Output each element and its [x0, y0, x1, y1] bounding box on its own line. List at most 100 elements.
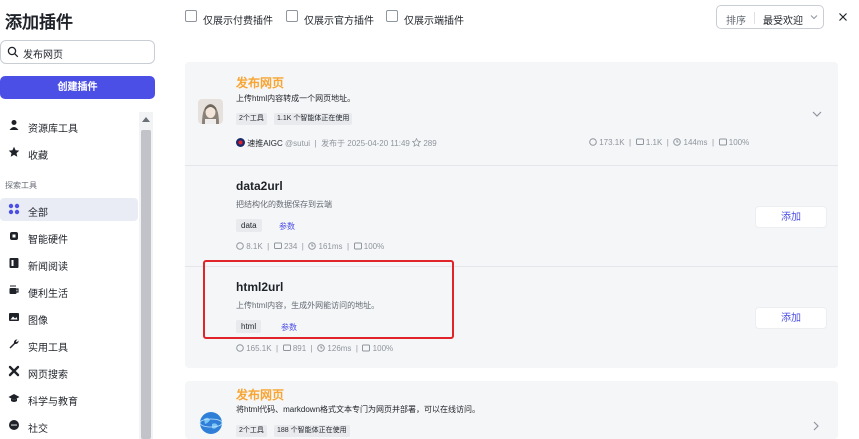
cup-icon — [9, 285, 19, 294]
tool-param-chip: data — [236, 219, 262, 232]
search-input[interactable]: 发布网页 — [0, 40, 155, 64]
sidebar-item-favorites[interactable]: 收藏 — [0, 141, 138, 164]
sort-label: 排序 — [726, 16, 746, 27]
tool-item-data2url: data2url 把结构化的数据保存到云端 data 参数 8.1K | 234… — [185, 166, 838, 267]
sidebar-item-label: 科学与教育 — [28, 397, 78, 408]
chevron-right-icon[interactable] — [812, 421, 820, 431]
sidebar-item-library[interactable]: 资源库工具 — [0, 114, 138, 137]
official-only-checkbox[interactable] — [286, 10, 298, 22]
graduation-icon — [8, 394, 20, 402]
sidebar-item-hardware[interactable]: 智能硬件 — [0, 225, 138, 248]
plugin-card[interactable]: 发布网页 将html代码、markdown格式文本专门为网页并部署，可以在线访问… — [185, 381, 838, 439]
stats-divider: | — [709, 138, 717, 147]
sidebar-item-label: 便利生活 — [28, 289, 68, 300]
add-tool-button[interactable]: 添加 — [755, 307, 827, 329]
sidebar-item-label: 收藏 — [28, 151, 48, 162]
success-rate: 100% — [363, 242, 385, 251]
sidebar-item-label: 资源库工具 — [28, 124, 78, 135]
success-rate-icon — [353, 242, 362, 250]
star-icon — [8, 146, 20, 157]
calls-icon — [236, 242, 244, 250]
sidebar-item-label: 全部 — [28, 208, 48, 219]
success-rate-icon — [362, 344, 371, 352]
sidebar-item-label: 实用工具 — [28, 343, 68, 354]
calls-icon — [236, 344, 244, 352]
clock-icon — [317, 344, 325, 352]
chat-icon — [9, 420, 19, 430]
paid-only-label: 仅展示付费插件 — [203, 16, 273, 27]
sidebar-item-news[interactable]: 新闻阅读 — [0, 252, 138, 275]
plugin-description: 上传html内容转成一个网页地址。 — [236, 94, 356, 103]
plugin-title: 发布网页 — [236, 388, 285, 402]
clock-icon — [673, 138, 682, 146]
endpoint-only-checkbox[interactable] — [386, 10, 398, 22]
user-icon — [9, 120, 19, 130]
usage-count-tag: 1.1K 个智能体正在使用 — [274, 113, 353, 125]
comment-icon — [273, 242, 282, 249]
section-label: 探索工具 — [5, 181, 37, 190]
sidebar-item-life[interactable]: 便利生活 — [0, 279, 138, 302]
comment-count: 1.1K — [645, 138, 663, 147]
sidebar-item-utilities[interactable]: 实用工具 — [0, 333, 138, 356]
paid-only-checkbox[interactable] — [185, 10, 197, 22]
clock-icon — [308, 242, 317, 250]
add-tool-button[interactable]: 添加 — [755, 206, 827, 228]
publish-date: 发布于 2025-04-20 11:49 — [321, 139, 410, 148]
news-icon — [9, 258, 19, 268]
stats-divider: | — [353, 344, 361, 353]
plugin-header[interactable]: 发布网页 上传html内容转成一个网页地址。 2个工具 1.1K 个智能体正在使… — [185, 62, 838, 166]
author-logo-icon — [236, 138, 245, 147]
chevron-down-icon — [810, 15, 818, 20]
sidebar-item-label: 社交 — [28, 424, 48, 435]
plugin-avatar — [198, 99, 223, 124]
globe-icon — [199, 412, 223, 434]
plugin-stats: 173.1K | 1.1K | 144ms | 100% — [589, 138, 749, 147]
grid-icon — [8, 203, 20, 215]
tool-name: data2url — [236, 179, 283, 193]
plugin-meta: 速推AIGC @sutui | 发布于 2025-04-20 11:49 289 — [236, 138, 437, 149]
endpoint-only-label: 仅展示端插件 — [404, 16, 464, 27]
comment-icon — [282, 344, 291, 351]
plugin-description: 将html代码、markdown格式文本专门为网页并部署，可以在线访问。 — [236, 405, 481, 414]
image-icon — [9, 313, 19, 321]
close-icon[interactable] — [837, 11, 849, 23]
tool-count-tag: 2个工具 — [236, 113, 267, 125]
collapse-chevron-icon[interactable] — [812, 110, 822, 118]
author-name: 速推AIGC — [247, 139, 283, 148]
tool-description: 把结构化的数据保存到云端 — [236, 200, 332, 209]
success-rate: 100% — [372, 344, 394, 353]
author-handle: @sutui — [285, 139, 311, 148]
dialog-title: 添加插件 — [5, 13, 73, 32]
sidebar-item-label: 图像 — [28, 316, 48, 327]
sidebar-item-all[interactable]: 全部 — [0, 198, 138, 221]
stats-divider: | — [308, 344, 315, 353]
highlight-annotation — [203, 260, 454, 339]
latency-value: 144ms — [683, 138, 708, 147]
official-only-label: 仅展示官方插件 — [304, 16, 374, 27]
search-icon — [7, 46, 19, 58]
sort-select[interactable]: 排序 最受欢迎 — [716, 5, 824, 29]
calls-count: 8.1K — [246, 242, 263, 251]
sidebar-item-label: 新闻阅读 — [28, 262, 68, 273]
sidebar-scroll-thumb[interactable] — [141, 130, 151, 439]
sidebar-item-web-search[interactable]: 网页搜索 — [0, 360, 138, 383]
cross-icon — [8, 365, 20, 377]
like-icon — [412, 138, 422, 147]
stats-divider: | — [273, 344, 281, 353]
scroll-up-arrow-icon[interactable] — [142, 117, 150, 122]
sidebar-item-label: 网页搜索 — [28, 370, 68, 381]
stats-divider: | — [299, 242, 307, 251]
latency-value: 126ms — [327, 344, 352, 353]
meta-divider: | — [312, 139, 319, 148]
comment-icon — [635, 138, 644, 145]
tool-stats: 165.1K | 891 | 126ms | 100% — [236, 344, 393, 353]
tool-params-link[interactable]: 参数 — [279, 221, 295, 232]
usage-count-tag: 188 个智能体正在使用 — [274, 425, 350, 437]
comment-count: 891 — [292, 344, 307, 353]
create-plugin-button[interactable]: 创建插件 — [0, 76, 155, 99]
sidebar-item-image[interactable]: 图像 — [0, 306, 138, 329]
like-count: 289 — [423, 139, 437, 148]
sidebar-item-social[interactable]: 社交 — [0, 414, 138, 437]
latency-value: 161ms — [318, 242, 343, 251]
sidebar-item-science[interactable]: 科学与教育 — [0, 387, 138, 410]
